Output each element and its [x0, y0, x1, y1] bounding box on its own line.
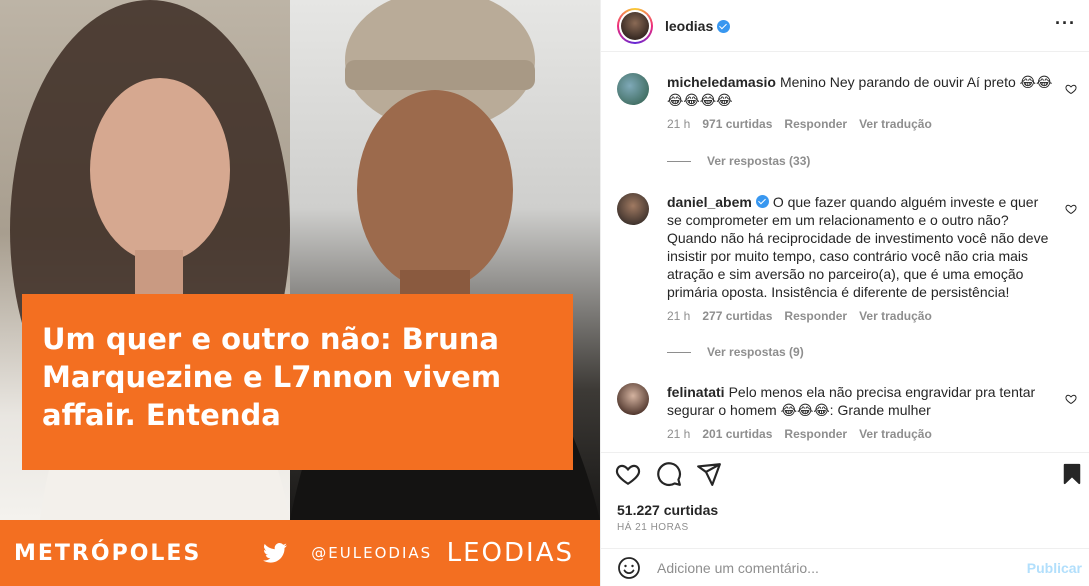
post-actions-bar [601, 452, 1089, 494]
view-replies-button[interactable]: Ver respostas (9) [667, 345, 804, 359]
brand-handle: @EULEODIAS [311, 544, 433, 562]
comment-text-block: daniel_abem O que fazer quando alguém inv… [667, 193, 1053, 301]
comment-item: daniel_abem O que fazer quando alguém inv… [617, 193, 1077, 323]
replies-line [667, 351, 691, 353]
comment-bubble-icon[interactable] [656, 461, 682, 487]
comments-list[interactable]: micheledamasio Menino Ney parando de ouvi… [601, 52, 1089, 452]
publish-button[interactable]: Publicar [1027, 560, 1082, 576]
commenter-avatar[interactable] [617, 383, 649, 415]
view-replies-button[interactable]: Ver respostas (33) [667, 154, 810, 168]
headline-text: Um quer e outro não: Bruna Marquezine e … [42, 322, 502, 432]
author-avatar-image [621, 11, 649, 40]
reply-button[interactable]: Responder [784, 309, 847, 323]
comment-time[interactable]: 21 h [667, 309, 690, 323]
comment-like-heart-icon[interactable] [1065, 203, 1077, 215]
like-heart-icon[interactable] [615, 461, 641, 487]
emoji-icon[interactable] [617, 556, 641, 580]
comment-text-block: felinatati Pelo menos ela não precisa eng… [667, 383, 1053, 419]
commenter-username[interactable]: daniel_abem [667, 194, 752, 210]
add-comment-bar: Publicar [601, 548, 1089, 586]
post-like-count[interactable]: 51.227 curtidas [617, 502, 718, 518]
replies-line [667, 160, 691, 162]
translate-button[interactable]: Ver tradução [859, 117, 932, 131]
brand-bar: METRÓPOLES @EULEODIAS LEODIAS [0, 520, 600, 586]
bookmark-save-icon[interactable] [1061, 461, 1083, 487]
post-header: leodias ··· [601, 0, 1089, 52]
comment-item: felinatati Pelo menos ela não precisa eng… [617, 383, 1077, 441]
post-panel: leodias ··· micheledamasio Menino Ney par… [600, 0, 1089, 586]
comment-time[interactable]: 21 h [667, 427, 690, 441]
author-username[interactable]: leodias [665, 18, 713, 34]
view-replies-label: Ver respostas (9) [707, 345, 804, 359]
comment-likes[interactable]: 201 curtidas [702, 427, 772, 441]
comment-time[interactable]: 21 h [667, 117, 690, 131]
post-timestamp[interactable]: HÁ 21 HORAS [617, 522, 689, 533]
translate-button[interactable]: Ver tradução [859, 309, 932, 323]
translate-button[interactable]: Ver tradução [859, 427, 932, 441]
comment-meta: 21 h 971 curtidas Responder Ver tradução [667, 117, 1077, 131]
commenter-avatar[interactable] [617, 73, 649, 105]
commenter-avatar[interactable] [617, 193, 649, 225]
share-send-icon[interactable] [696, 461, 722, 487]
comment-likes[interactable]: 277 curtidas [702, 309, 772, 323]
commenter-username[interactable]: felinatati [667, 384, 725, 400]
post-image[interactable]: Um quer e outro não: Bruna Marquezine e … [0, 0, 600, 586]
commenter-username[interactable]: micheledamasio [667, 74, 776, 90]
verified-badge-icon [717, 20, 731, 33]
comment-like-heart-icon[interactable] [1065, 393, 1077, 405]
reply-button[interactable]: Responder [784, 117, 847, 131]
reply-button[interactable]: Responder [784, 427, 847, 441]
comment-item: micheledamasio Menino Ney parando de ouvi… [617, 73, 1077, 131]
brand-name: METRÓPOLES [14, 540, 202, 566]
view-replies-label: Ver respostas (33) [707, 154, 811, 168]
more-options-icon[interactable]: ··· [1055, 13, 1076, 34]
comment-input[interactable] [657, 559, 1027, 576]
brand-signature: LEODIAS [446, 538, 574, 568]
comment-text-block: micheledamasio Menino Ney parando de ouvi… [667, 73, 1053, 109]
twitter-icon [263, 543, 288, 563]
author-avatar[interactable] [617, 7, 653, 44]
comment-likes[interactable]: 971 curtidas [702, 117, 772, 131]
comment-meta: 21 h 277 curtidas Responder Ver tradução [667, 309, 1077, 323]
comment-meta: 21 h 201 curtidas Responder Ver tradução [667, 427, 1077, 441]
comment-like-heart-icon[interactable] [1065, 83, 1077, 95]
verified-badge-icon [755, 195, 769, 208]
headline-banner: Um quer e outro não: Bruna Marquezine e … [22, 294, 573, 470]
